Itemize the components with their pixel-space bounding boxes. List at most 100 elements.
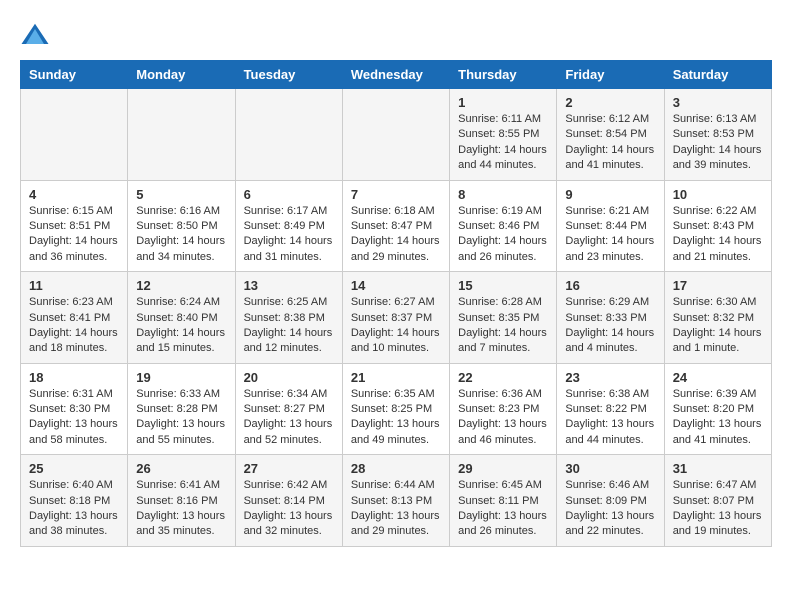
day-info: Sunrise: 6:33 AM Sunset: 8:28 PM Dayligh…: [136, 387, 226, 449]
calendar-cell: 31Sunrise: 6:47 AM Sunset: 8:07 PM Dayli…: [664, 455, 771, 547]
calendar-cell: 10 Sunrise: 6:22 AM Sunset: 8:43 PM Dayli…: [664, 180, 771, 272]
day-number: 7: [351, 187, 441, 202]
calendar-week-5: 25 Sunrise: 6:40 AM Sunset: 8:18 PM Dayli…: [21, 455, 772, 547]
calendar-cell: 17 Sunrise: 6:30 AM Sunset: 8:32 PM Dayli…: [664, 272, 771, 364]
calendar-cell: 9 Sunrise: 6:21 AM Sunset: 8:44 PM Daylig…: [557, 180, 664, 272]
day-info: Sunrise: 6:35 AM Sunset: 8:25 PM Dayligh…: [351, 387, 441, 449]
calendar-cell: 29 Sunrise: 6:45 AM Sunset: 8:11 PM Dayli…: [450, 455, 557, 547]
calendar-cell: 13 Sunrise: 6:25 AM Sunset: 8:38 PM Dayli…: [235, 272, 342, 364]
calendar-cell: 8 Sunrise: 6:19 AM Sunset: 8:46 PM Daylig…: [450, 180, 557, 272]
day-number: 12: [136, 278, 226, 293]
calendar-cell: [342, 89, 449, 181]
day-number: 30: [565, 461, 655, 476]
calendar-week-1: 1 Sunrise: 6:11 AM Sunset: 8:55 PM Daylig…: [21, 89, 772, 181]
header-sunday: Sunday: [21, 61, 128, 89]
day-number: 10: [673, 187, 763, 202]
day-number: 1: [458, 95, 548, 110]
calendar-cell: 11 Sunrise: 6:23 AM Sunset: 8:41 PM Dayli…: [21, 272, 128, 364]
day-number: 3: [673, 95, 763, 110]
calendar-week-4: 18 Sunrise: 6:31 AM Sunset: 8:30 PM Dayli…: [21, 363, 772, 455]
header-thursday: Thursday: [450, 61, 557, 89]
calendar-cell: 4 Sunrise: 6:15 AM Sunset: 8:51 PM Daylig…: [21, 180, 128, 272]
calendar-week-3: 11 Sunrise: 6:23 AM Sunset: 8:41 PM Dayli…: [21, 272, 772, 364]
day-info: Sunrise: 6:21 AM Sunset: 8:44 PM Dayligh…: [565, 204, 655, 266]
day-number: 15: [458, 278, 548, 293]
day-info: Sunrise: 6:42 AM Sunset: 8:14 PM Dayligh…: [244, 478, 334, 540]
day-info: Sunrise: 6:40 AM Sunset: 8:18 PM Dayligh…: [29, 478, 119, 540]
calendar-cell: 6Sunrise: 6:17 AM Sunset: 8:49 PM Daylig…: [235, 180, 342, 272]
calendar-header-row: SundayMondayTuesdayWednesdayThursdayFrid…: [21, 61, 772, 89]
calendar-body: 1 Sunrise: 6:11 AM Sunset: 8:55 PM Daylig…: [21, 89, 772, 547]
calendar-cell: 16 Sunrise: 6:29 AM Sunset: 8:33 PM Dayli…: [557, 272, 664, 364]
calendar-cell: 12Sunrise: 6:24 AM Sunset: 8:40 PM Dayli…: [128, 272, 235, 364]
day-info: Sunrise: 6:46 AM Sunset: 8:09 PM Dayligh…: [565, 478, 655, 540]
day-info: Sunrise: 6:23 AM Sunset: 8:41 PM Dayligh…: [29, 295, 119, 357]
day-number: 4: [29, 187, 119, 202]
calendar-cell: 24 Sunrise: 6:39 AM Sunset: 8:20 PM Dayli…: [664, 363, 771, 455]
day-info: Sunrise: 6:38 AM Sunset: 8:22 PM Dayligh…: [565, 387, 655, 449]
day-number: 28: [351, 461, 441, 476]
calendar-cell: 1 Sunrise: 6:11 AM Sunset: 8:55 PM Daylig…: [450, 89, 557, 181]
calendar-cell: 27 Sunrise: 6:42 AM Sunset: 8:14 PM Dayli…: [235, 455, 342, 547]
calendar-table: SundayMondayTuesdayWednesdayThursdayFrid…: [20, 60, 772, 547]
day-number: 27: [244, 461, 334, 476]
calendar-cell: 5Sunrise: 6:16 AM Sunset: 8:50 PM Daylig…: [128, 180, 235, 272]
day-number: 8: [458, 187, 548, 202]
day-info: Sunrise: 6:47 AM Sunset: 8:07 PM Dayligh…: [673, 478, 763, 540]
day-info: Sunrise: 6:12 AM Sunset: 8:54 PM Dayligh…: [565, 112, 655, 174]
day-info: Sunrise: 6:19 AM Sunset: 8:46 PM Dayligh…: [458, 204, 548, 266]
calendar-cell: 28 Sunrise: 6:44 AM Sunset: 8:13 PM Dayli…: [342, 455, 449, 547]
day-info: Sunrise: 6:15 AM Sunset: 8:51 PM Dayligh…: [29, 204, 119, 266]
day-info: Sunrise: 6:39 AM Sunset: 8:20 PM Dayligh…: [673, 387, 763, 449]
calendar-cell: 26Sunrise: 6:41 AM Sunset: 8:16 PM Dayli…: [128, 455, 235, 547]
calendar-week-2: 4 Sunrise: 6:15 AM Sunset: 8:51 PM Daylig…: [21, 180, 772, 272]
day-info: Sunrise: 6:17 AM Sunset: 8:49 PM Dayligh…: [244, 204, 334, 266]
day-info: Sunrise: 6:29 AM Sunset: 8:33 PM Dayligh…: [565, 295, 655, 357]
day-number: 18: [29, 370, 119, 385]
day-info: Sunrise: 6:22 AM Sunset: 8:43 PM Dayligh…: [673, 204, 763, 266]
day-info: Sunrise: 6:25 AM Sunset: 8:38 PM Dayligh…: [244, 295, 334, 357]
header-friday: Friday: [557, 61, 664, 89]
day-info: Sunrise: 6:13 AM Sunset: 8:53 PM Dayligh…: [673, 112, 763, 174]
calendar-cell: [235, 89, 342, 181]
header-wednesday: Wednesday: [342, 61, 449, 89]
day-number: 2: [565, 95, 655, 110]
day-number: 21: [351, 370, 441, 385]
calendar-cell: 2 Sunrise: 6:12 AM Sunset: 8:54 PM Daylig…: [557, 89, 664, 181]
calendar-cell: 20 Sunrise: 6:34 AM Sunset: 8:27 PM Dayli…: [235, 363, 342, 455]
day-number: 20: [244, 370, 334, 385]
day-number: 29: [458, 461, 548, 476]
day-number: 24: [673, 370, 763, 385]
day-info: Sunrise: 6:31 AM Sunset: 8:30 PM Dayligh…: [29, 387, 119, 449]
calendar-cell: 7Sunrise: 6:18 AM Sunset: 8:47 PM Daylig…: [342, 180, 449, 272]
day-number: 14: [351, 278, 441, 293]
day-info: Sunrise: 6:30 AM Sunset: 8:32 PM Dayligh…: [673, 295, 763, 357]
day-info: Sunrise: 6:41 AM Sunset: 8:16 PM Dayligh…: [136, 478, 226, 540]
calendar-cell: 19 Sunrise: 6:33 AM Sunset: 8:28 PM Dayli…: [128, 363, 235, 455]
day-info: Sunrise: 6:45 AM Sunset: 8:11 PM Dayligh…: [458, 478, 548, 540]
calendar-cell: 23Sunrise: 6:38 AM Sunset: 8:22 PM Dayli…: [557, 363, 664, 455]
day-info: Sunrise: 6:28 AM Sunset: 8:35 PM Dayligh…: [458, 295, 548, 357]
page-header: [20, 20, 772, 50]
calendar-cell: [21, 89, 128, 181]
header-saturday: Saturday: [664, 61, 771, 89]
day-number: 17: [673, 278, 763, 293]
calendar-cell: 30 Sunrise: 6:46 AM Sunset: 8:09 PM Dayli…: [557, 455, 664, 547]
day-number: 19: [136, 370, 226, 385]
calendar-cell: 25 Sunrise: 6:40 AM Sunset: 8:18 PM Dayli…: [21, 455, 128, 547]
calendar-cell: 3 Sunrise: 6:13 AM Sunset: 8:53 PM Daylig…: [664, 89, 771, 181]
day-number: 25: [29, 461, 119, 476]
calendar-cell: 21 Sunrise: 6:35 AM Sunset: 8:25 PM Dayli…: [342, 363, 449, 455]
day-info: Sunrise: 6:36 AM Sunset: 8:23 PM Dayligh…: [458, 387, 548, 449]
day-info: Sunrise: 6:34 AM Sunset: 8:27 PM Dayligh…: [244, 387, 334, 449]
day-number: 11: [29, 278, 119, 293]
day-info: Sunrise: 6:27 AM Sunset: 8:37 PM Dayligh…: [351, 295, 441, 357]
day-info: Sunrise: 6:16 AM Sunset: 8:50 PM Dayligh…: [136, 204, 226, 266]
day-number: 13: [244, 278, 334, 293]
calendar-cell: [128, 89, 235, 181]
day-info: Sunrise: 6:11 AM Sunset: 8:55 PM Dayligh…: [458, 112, 548, 174]
day-number: 16: [565, 278, 655, 293]
day-number: 9: [565, 187, 655, 202]
logo-icon: [20, 20, 50, 50]
day-info: Sunrise: 6:44 AM Sunset: 8:13 PM Dayligh…: [351, 478, 441, 540]
